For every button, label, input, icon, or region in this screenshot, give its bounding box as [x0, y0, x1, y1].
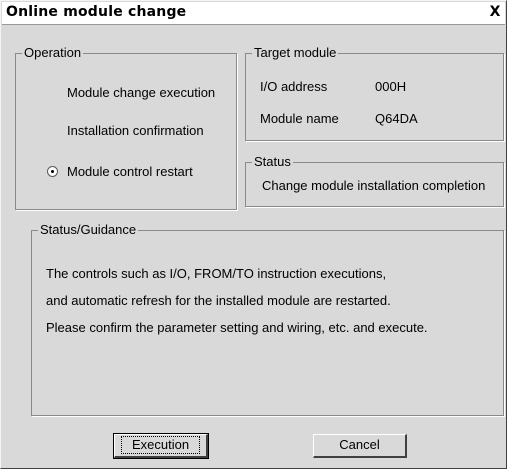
radio-module-change-execution[interactable]: Module change execution	[67, 85, 215, 101]
status-guidance-legend: Status/Guidance	[38, 222, 139, 238]
dialog-title: Online module change	[6, 4, 187, 20]
close-icon[interactable]: X	[488, 5, 502, 19]
cancel-button-label: Cancel	[339, 437, 380, 452]
guidance-line-3: Please confirm the parameter setting and…	[46, 320, 428, 335]
io-address-label: I/O address	[260, 79, 328, 94]
radio-module-control-restart-button[interactable]	[47, 166, 58, 177]
title-bar: Online module change X	[2, 2, 505, 25]
online-module-change-dialog: Online module change X Operation Module …	[0, 0, 507, 469]
execution-button-label: Execution	[120, 436, 201, 454]
radio-module-control-restart[interactable]: Module control restart	[67, 164, 193, 180]
execution-button[interactable]: Execution	[113, 433, 209, 459]
operation-legend: Operation	[22, 45, 84, 61]
module-name-value: Q64DA	[375, 111, 418, 126]
operation-group: Operation Module change execution Instal…	[15, 45, 237, 210]
io-address-value: 000H	[375, 79, 407, 94]
guidance-line-2: and automatic refresh for the installed …	[46, 293, 391, 308]
guidance-line-1: The controls such as I/O, FROM/TO instru…	[46, 266, 387, 281]
target-module-legend: Target module	[252, 45, 339, 61]
status-text: Change module installation completion	[262, 178, 486, 193]
cancel-button[interactable]: Cancel	[313, 434, 407, 458]
target-module-group: Target module I/O address 000H Module na…	[245, 45, 504, 141]
status-guidance-group: Status/Guidance The controls such as I/O…	[31, 222, 504, 416]
radio-installation-confirmation[interactable]: Installation confirmation	[67, 123, 204, 139]
radio-selected-dot	[51, 170, 54, 173]
module-name-label: Module name	[260, 111, 339, 126]
status-legend: Status	[252, 154, 293, 170]
status-group: Status Change module installation comple…	[245, 154, 504, 207]
